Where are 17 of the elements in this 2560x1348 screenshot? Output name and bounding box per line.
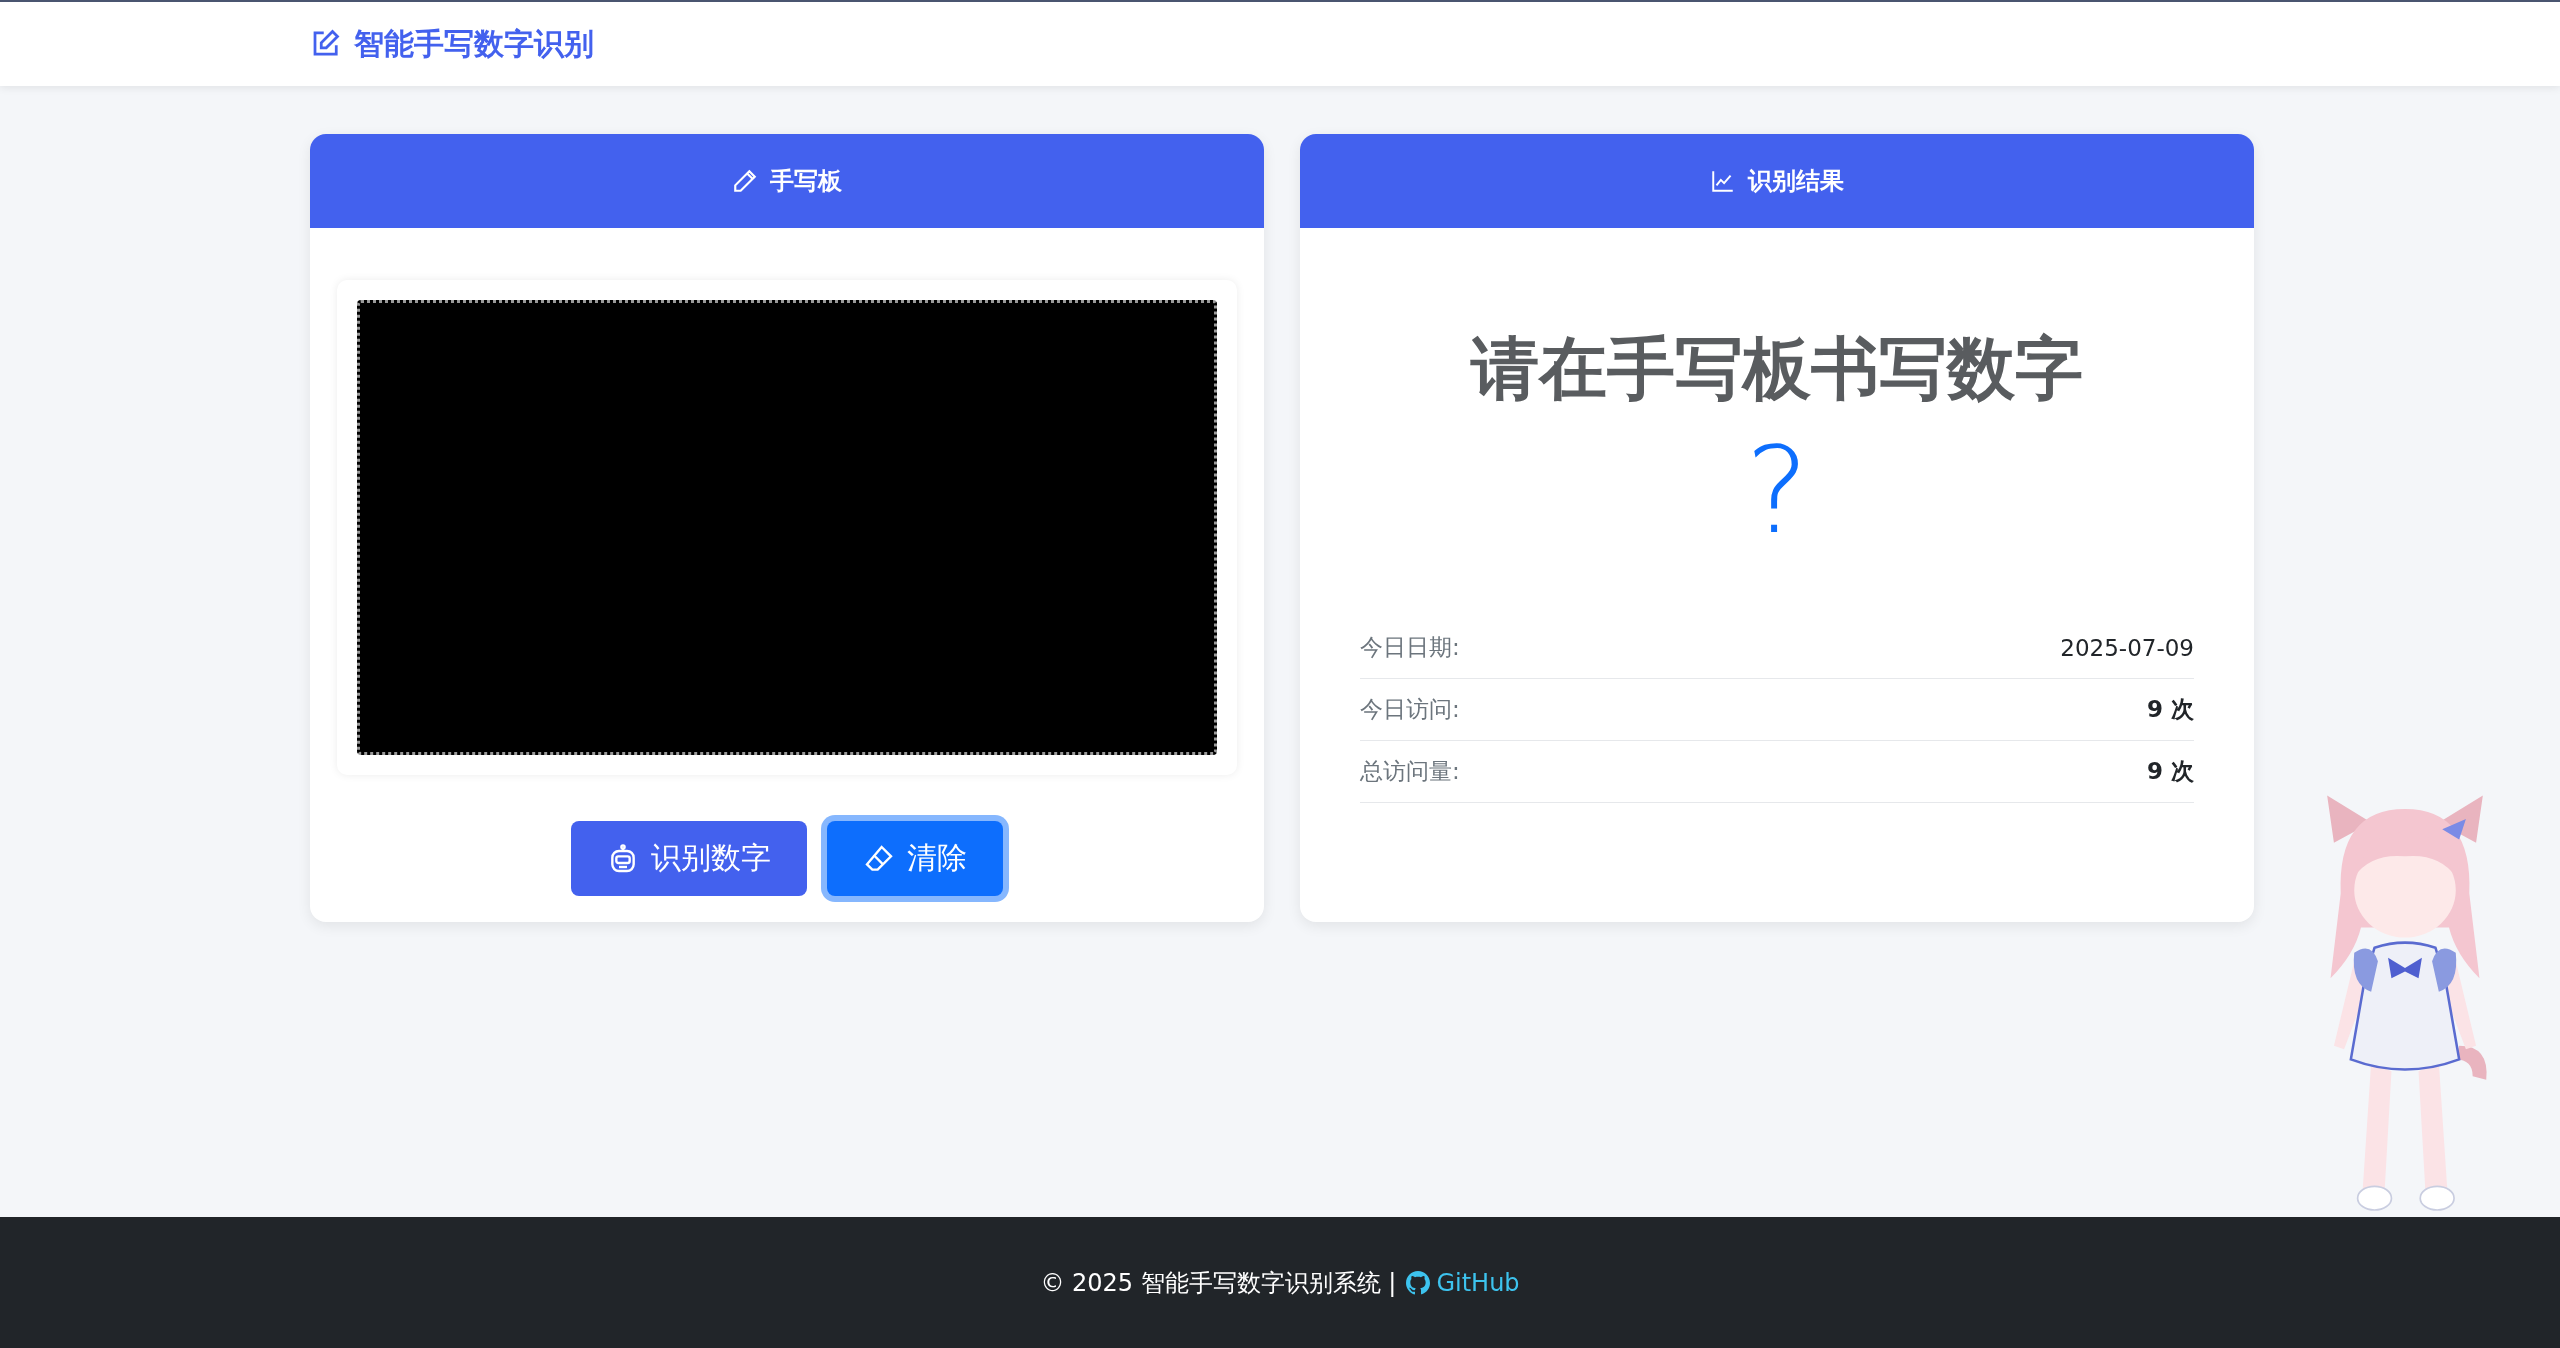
github-icon	[1406, 1270, 1431, 1295]
line-chart-icon	[1710, 168, 1736, 194]
stat-value: 9 次	[2147, 757, 2194, 786]
stat-label: 今日访问:	[1360, 695, 1460, 724]
recognize-button[interactable]: 识别数字	[571, 821, 807, 896]
stat-value: 2025-07-09	[2060, 634, 2194, 661]
result-digit: ?	[1744, 425, 1810, 557]
github-link[interactable]: GitHub	[1406, 1268, 1520, 1297]
stat-value: 9 次	[2147, 695, 2194, 724]
app-title[interactable]: 智能手写数字识别	[354, 23, 594, 65]
card-title: 手写板	[770, 166, 842, 197]
stat-label: 今日日期:	[1360, 633, 1460, 662]
prompt-heading: 请在手写板书写数字	[1469, 328, 2084, 410]
copyright-text: © 2025 智能手写数字识别系统 |	[1040, 1267, 1397, 1299]
stat-label: 总访问量:	[1360, 757, 1460, 786]
pencil-icon	[732, 168, 758, 194]
card-title: 识别结果	[1748, 166, 1844, 197]
